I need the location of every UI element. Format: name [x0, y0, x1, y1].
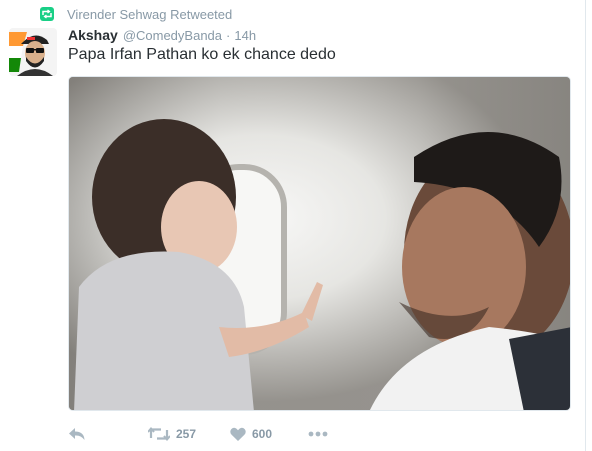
header-separator: · [226, 28, 231, 43]
avatar[interactable] [9, 28, 57, 76]
tweet-timestamp[interactable]: 14h [234, 28, 256, 43]
like-count: 600 [252, 427, 273, 441]
tweet-photo[interactable] [68, 76, 571, 411]
avatar-icon [9, 28, 57, 76]
tweet-text: Papa Irfan Pathan ko ek chance dedo [68, 46, 336, 63]
more-icon [308, 431, 328, 437]
more-button[interactable] [308, 424, 328, 444]
author-name[interactable]: Akshay [68, 27, 118, 43]
timeline-divider [585, 0, 586, 451]
retweet-context-label[interactable]: Virender Sehwag Retweeted [67, 7, 232, 22]
photo-icon [69, 77, 570, 410]
retweet-icon [148, 426, 170, 442]
author-handle[interactable]: @ComedyBanda [123, 28, 222, 43]
retweet-button[interactable]: 257 [148, 424, 196, 444]
reply-icon [69, 428, 85, 440]
retweet-context: Virender Sehwag Retweeted [40, 5, 232, 23]
reply-button[interactable] [68, 424, 86, 444]
heart-icon [230, 427, 246, 441]
retweet-count: 257 [176, 427, 197, 441]
like-button[interactable]: 600 [230, 424, 272, 444]
tweet-header: Akshay @ComedyBanda · 14h [68, 27, 256, 45]
retweet-badge-icon [40, 7, 54, 21]
